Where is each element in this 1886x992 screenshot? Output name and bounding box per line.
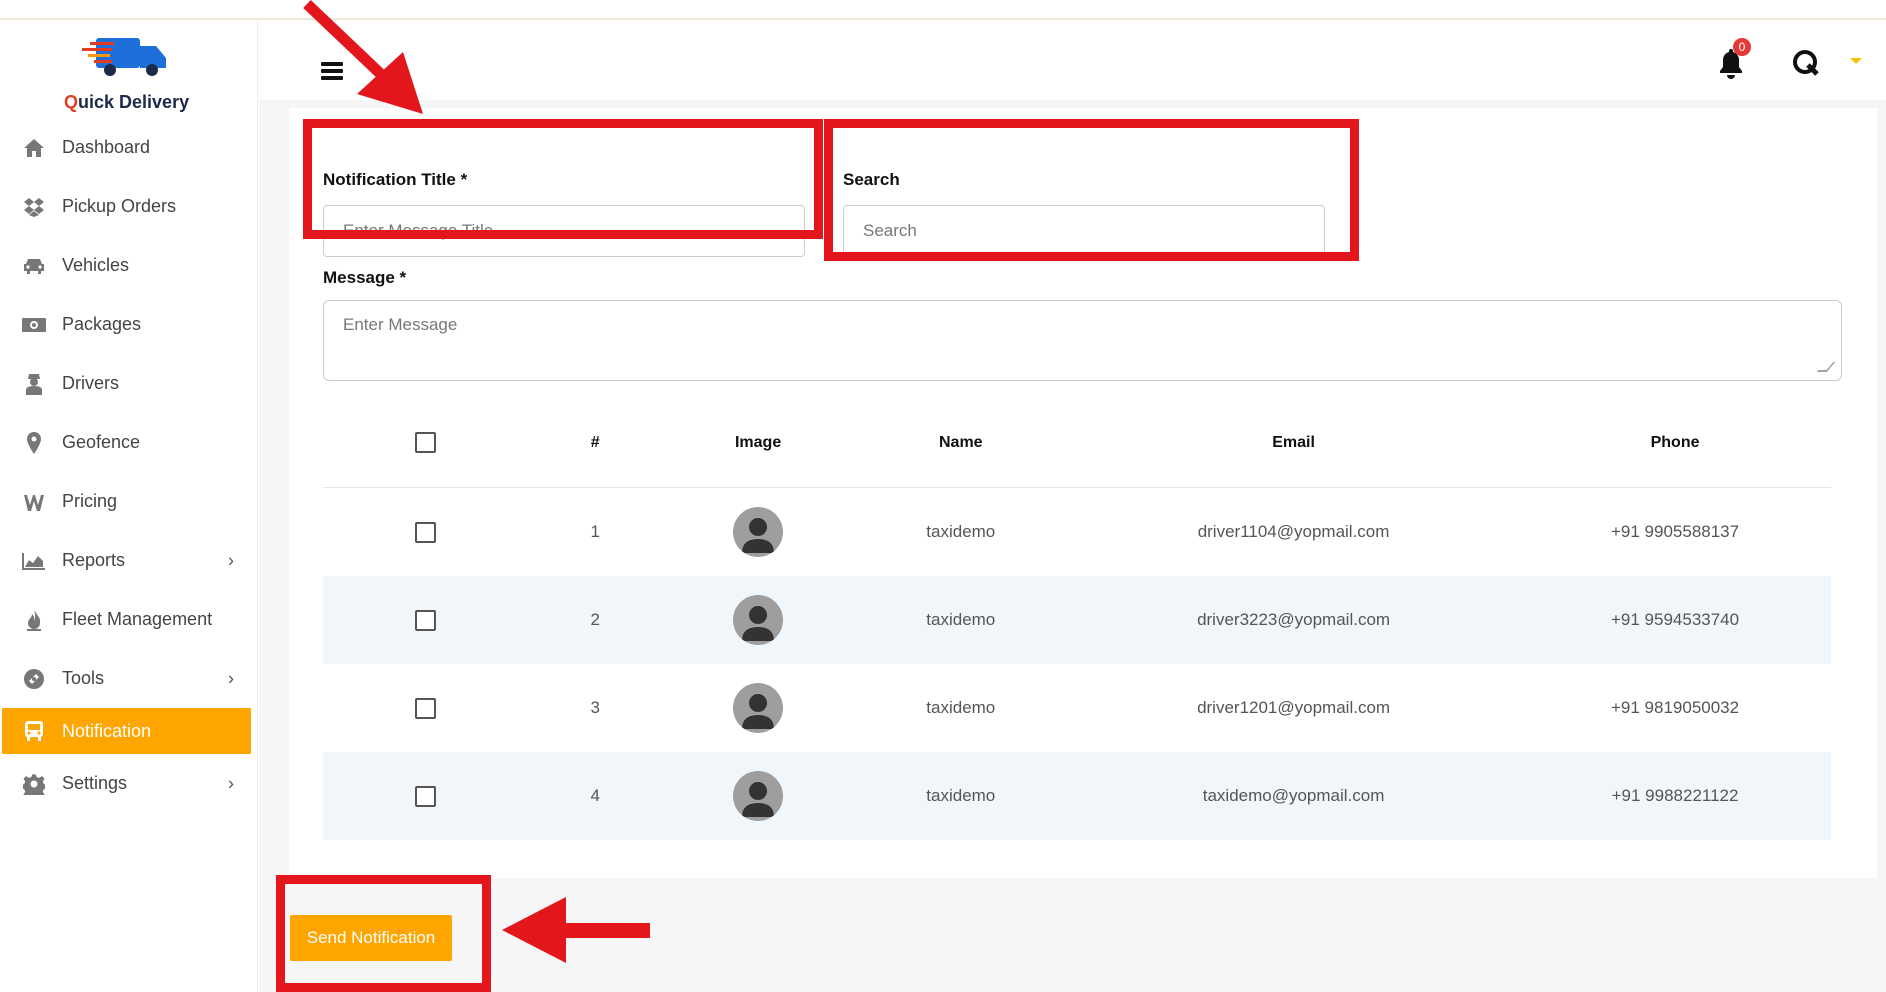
row-email: driver1104@yopmail.com: [1197, 522, 1390, 541]
row-name: taxidemo: [926, 786, 996, 805]
tools-icon: [22, 667, 46, 691]
row-phone: +91 9988221122: [1611, 786, 1739, 805]
row-email: taxidemo@yopmail.com: [1202, 786, 1385, 805]
row-num: 2: [590, 610, 600, 629]
table-row[interactable]: 1 taxidemo driver1104@yopmail.com +91 99…: [323, 488, 1831, 576]
message-textarea[interactable]: Enter Message: [323, 300, 1842, 381]
dropbox-icon: [22, 195, 46, 219]
user-avatar-icon[interactable]: [1791, 48, 1821, 78]
table-row[interactable]: 3 taxidemo driver1201@yopmail.com +91 98…: [323, 664, 1831, 752]
driver-avatar-icon: [733, 683, 784, 733]
row-email: driver1201@yopmail.com: [1197, 698, 1391, 717]
top-border: [0, 0, 1886, 20]
area-chart-icon: [22, 549, 46, 573]
car-icon: [22, 254, 46, 278]
caret-down-icon[interactable]: [1850, 58, 1862, 64]
row-email: driver3223@yopmail.com: [1197, 610, 1391, 629]
home-icon: [22, 136, 46, 160]
sidebar-item-label: Dashboard: [62, 137, 151, 157]
sidebar-item-notification[interactable]: Notification: [2, 708, 251, 754]
gear-icon: [22, 772, 46, 796]
chevron-right-icon: ›: [228, 668, 234, 688]
driver-avatar-icon: [733, 771, 784, 821]
pricing-icon: [22, 490, 46, 514]
row-name: taxidemo: [926, 610, 996, 629]
sidebar-item-label: Drivers: [62, 373, 119, 393]
message-label: Message *: [323, 268, 407, 287]
row-phone: +91 9819050032: [1610, 698, 1740, 717]
message-placeholder: Enter Message: [343, 315, 458, 334]
sidebar-item-label: Tools: [62, 668, 105, 688]
search-input[interactable]: Search: [843, 205, 1325, 257]
user-secret-icon: [22, 372, 46, 396]
main-content: 0 Notification Title * Enter Message Tit…: [259, 20, 1886, 992]
row-checkbox[interactable]: [414, 785, 436, 807]
sidebar-item-label: Reports: [62, 550, 126, 570]
row-num: 3: [590, 698, 600, 717]
row-name: taxidemo: [926, 698, 996, 717]
sidebar-item-label: Packages: [62, 314, 142, 334]
sidebar-item-packages[interactable]: Packages: [0, 295, 258, 354]
search-label: Search: [843, 170, 900, 189]
sidebar-item-label: Geofence: [62, 432, 141, 452]
notification-form-card: Notification Title * Enter Message Title…: [289, 108, 1877, 878]
sidebar-nav: Dashboard Pickup Orders Vehicles Package…: [0, 118, 258, 813]
driver-avatar-icon: [733, 595, 784, 645]
logo-text: Quick Delivery: [64, 92, 190, 112]
drivers-table: # Image Name Email Phone 1 taxidemo driv…: [323, 398, 1831, 840]
row-name: taxidemo: [926, 522, 996, 541]
top-bar: 0: [259, 20, 1886, 100]
select-all-checkbox[interactable]: [414, 432, 436, 453]
map-marker-icon: [22, 431, 46, 455]
delivery-truck-logo-icon: [82, 38, 166, 76]
row-checkbox[interactable]: [414, 609, 436, 631]
sidebar-item-fleet-management[interactable]: Fleet Management: [0, 590, 258, 649]
sidebar-item-settings[interactable]: Settings ›: [0, 754, 258, 813]
sidebar: Quick Delivery Dashboard Pickup Orders V…: [0, 20, 258, 992]
sidebar-item-reports[interactable]: Reports ›: [0, 531, 258, 590]
sidebar-item-label: Notification: [62, 720, 152, 741]
sidebar-item-pricing[interactable]: Pricing: [0, 472, 258, 531]
sidebar-item-label: Pricing: [62, 491, 118, 511]
resize-handle-icon[interactable]: [1816, 362, 1836, 372]
hamburger-menu-icon[interactable]: [321, 62, 343, 80]
header-email: Email: [1272, 433, 1315, 451]
sidebar-item-label: Fleet Management: [62, 609, 213, 629]
sidebar-item-label: Pickup Orders: [62, 196, 177, 216]
sidebar-item-vehicles[interactable]: Vehicles: [0, 236, 258, 295]
row-checkbox[interactable]: [414, 697, 436, 719]
header-name: Name: [938, 433, 983, 451]
send-notification-button[interactable]: Send Notification: [290, 915, 452, 961]
bus-icon: [22, 719, 46, 743]
row-checkbox[interactable]: [414, 521, 436, 543]
fire-icon: [22, 608, 46, 632]
header-phone: Phone: [1650, 433, 1700, 451]
table-header: # Image Name Email Phone: [323, 398, 1831, 488]
money-icon: [22, 313, 46, 337]
sidebar-item-drivers[interactable]: Drivers: [0, 354, 258, 413]
row-num: 1: [590, 522, 600, 541]
chevron-right-icon: ›: [228, 773, 234, 793]
row-phone: +91 9905588137: [1610, 522, 1740, 541]
sidebar-item-geofence[interactable]: Geofence: [0, 413, 258, 472]
sidebar-item-tools[interactable]: Tools ›: [0, 649, 258, 708]
driver-avatar-icon: [733, 507, 784, 557]
notification-title-input[interactable]: Enter Message Title: [323, 205, 805, 257]
notification-count-badge: 0: [1733, 38, 1751, 56]
sidebar-item-dashboard[interactable]: Dashboard: [0, 118, 258, 177]
header-num: #: [590, 433, 600, 451]
chevron-right-icon: ›: [228, 550, 234, 570]
row-num: 4: [590, 786, 600, 805]
sidebar-item-label: Settings: [62, 773, 128, 793]
table-row[interactable]: 2 taxidemo driver3223@yopmail.com +91 95…: [323, 576, 1831, 664]
row-phone: +91 9594533740: [1610, 610, 1740, 629]
notification-title-label: Notification Title *: [323, 170, 468, 189]
sidebar-item-label: Vehicles: [62, 255, 130, 275]
table-row[interactable]: 4 taxidemo taxidemo@yopmail.com +91 9988…: [323, 752, 1831, 840]
sidebar-item-pickup-orders[interactable]: Pickup Orders: [0, 177, 258, 236]
header-image: Image: [734, 433, 782, 451]
